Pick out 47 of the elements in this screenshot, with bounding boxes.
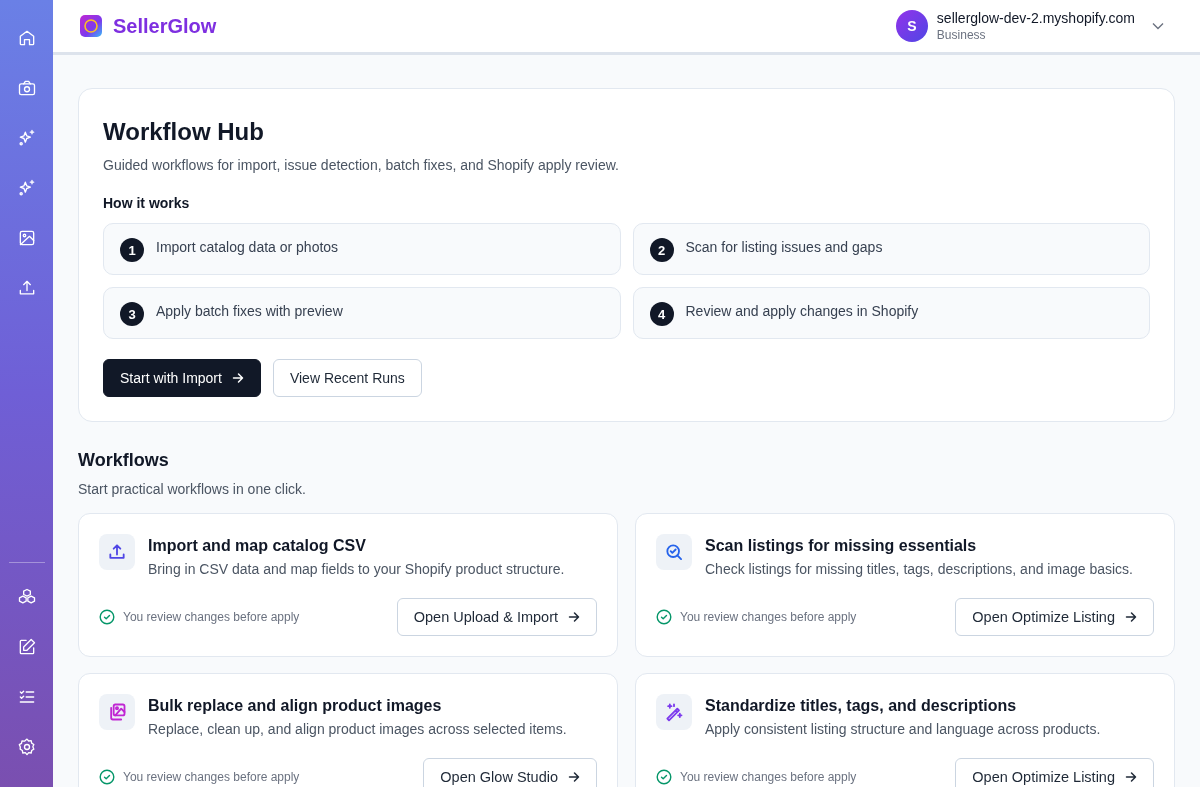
account-switcher[interactable]: S sellerglow-dev-2.myshopify.com Business	[895, 10, 1164, 42]
review-note: You review changes before apply	[123, 610, 300, 624]
step-number: 4	[649, 302, 674, 326]
workflow-description: Check listings for missing titles, tags, descriptions, and image basics.	[705, 561, 1133, 577]
review-note: You review changes before apply	[123, 770, 300, 784]
step-number: 1	[120, 238, 144, 262]
review-note: You review changes before apply	[680, 770, 857, 784]
workflow-title: Import and map catalog CSV	[148, 537, 367, 555]
check-circle-icon	[99, 769, 115, 785]
open-workflow-button[interactable]: Open Optimize Listing	[955, 598, 1154, 636]
section-heading: How it works	[103, 195, 191, 211]
step-number: 2	[649, 238, 674, 262]
step-text: Scan for listing issues and gaps	[685, 239, 883, 255]
page-subtitle: Guided workflows for import, issue detection, batch fixes, and Shopify apply review.	[103, 157, 620, 173]
store-name: sellerglow-dev-2.myshopify.com	[936, 10, 1135, 26]
workflow-description: Bring in CSV data and map fields to your Shopify product structure.	[148, 561, 565, 577]
step-number: 3	[120, 302, 144, 326]
step-text: Apply batch fixes with preview	[156, 303, 343, 319]
arrow-right-icon	[1125, 771, 1137, 783]
arrow-right-icon	[568, 611, 580, 623]
plan-label: Business	[936, 28, 987, 42]
step-text: Review and apply changes in Shopify	[685, 303, 919, 319]
open-workflow-button[interactable]: Open Upload & Import	[396, 598, 597, 636]
step-text: Import catalog data or photos	[156, 239, 339, 255]
start-import-button[interactable]: Start with Import	[103, 359, 261, 397]
workflow-description: Replace, clean up, and align product images across selected items.	[148, 721, 567, 737]
check-circle-icon	[656, 609, 672, 625]
open-workflow-button[interactable]: Open Optimize Listing	[955, 758, 1154, 787]
arrow-right-icon	[568, 771, 580, 783]
arrow-right-icon	[231, 372, 244, 384]
workflow-title: Standardize titles, tags, and descriptions	[705, 697, 1018, 715]
review-note: You review changes before apply	[680, 610, 857, 624]
check-circle-icon	[99, 609, 115, 625]
check-circle-icon	[656, 769, 672, 785]
brand-name[interactable]: SellerGlow	[113, 14, 217, 38]
recent-runs-button[interactable]: View Recent Runs	[272, 359, 422, 397]
avatar: S	[895, 10, 928, 42]
page-title: Workflow Hub	[103, 117, 265, 147]
logo-icon	[80, 15, 102, 37]
section-subtitle: Start practical workflows in one click.	[78, 481, 307, 497]
arrow-right-icon	[1125, 611, 1137, 623]
section-title: Workflows	[78, 450, 170, 471]
chevron-down-icon	[1152, 22, 1164, 30]
workflow-description: Apply consistent listing structure and language across products.	[705, 721, 1101, 737]
workflow-title: Scan listings for missing essentials	[705, 537, 978, 555]
workflow-title: Bulk replace and align product images	[148, 697, 443, 715]
open-workflow-button[interactable]: Open Glow Studio	[423, 758, 597, 787]
